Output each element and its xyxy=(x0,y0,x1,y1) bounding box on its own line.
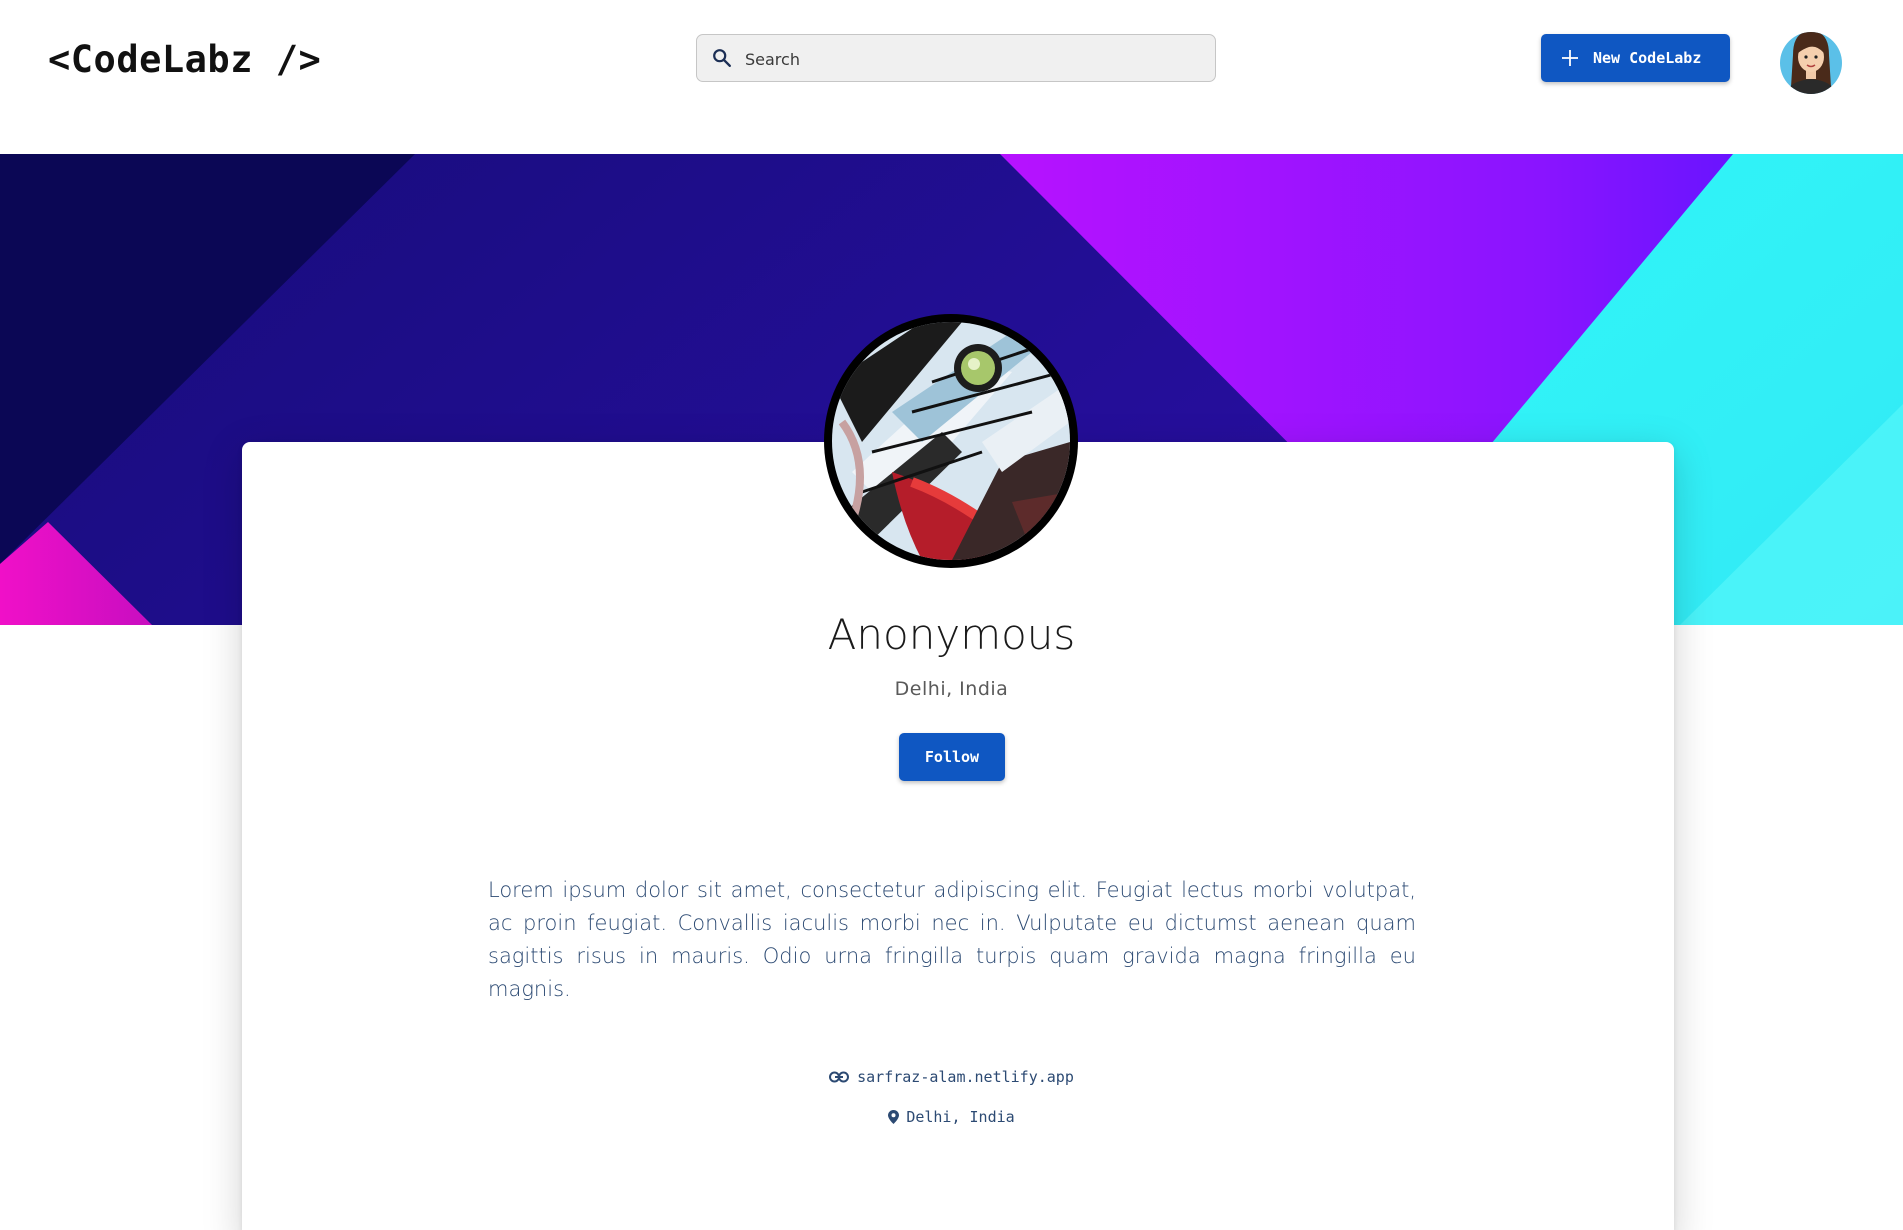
link-icon xyxy=(829,1071,850,1083)
website-link[interactable]: sarfraz-alam.netlify.app xyxy=(857,1068,1074,1086)
new-codelabz-label: New CodeLabz xyxy=(1593,49,1702,67)
new-codelabz-button[interactable]: New CodeLabz xyxy=(1541,34,1730,82)
top-header: <CodeLabz /> New CodeLabz xyxy=(0,0,1903,154)
follow-button[interactable]: Follow xyxy=(899,733,1005,781)
profile-name: Anonymous xyxy=(827,610,1076,659)
profile-artwork xyxy=(832,322,1070,560)
search-bar[interactable] xyxy=(696,34,1216,83)
profile-picture xyxy=(824,314,1078,568)
location-row: Delhi, India xyxy=(0,1108,1903,1126)
profile-page: <CodeLabz /> New CodeLabz xyxy=(0,0,1903,1230)
search-icon xyxy=(713,49,731,67)
location-pin-icon xyxy=(888,1110,900,1124)
search-input[interactable] xyxy=(743,35,1207,83)
user-avatar-icon xyxy=(1780,32,1842,94)
website-row: sarfraz-alam.netlify.app xyxy=(0,1068,1903,1086)
profile-location: Delhi, India xyxy=(894,678,1009,700)
profile-bio: Lorem ipsum dolor sit amet, consectetur … xyxy=(488,878,1416,1001)
user-avatar[interactable] xyxy=(1779,25,1843,95)
codelabz-logo[interactable]: <CodeLabz /> xyxy=(48,38,321,81)
plus-icon xyxy=(1562,50,1578,66)
meta-location: Delhi, India xyxy=(906,1108,1015,1126)
